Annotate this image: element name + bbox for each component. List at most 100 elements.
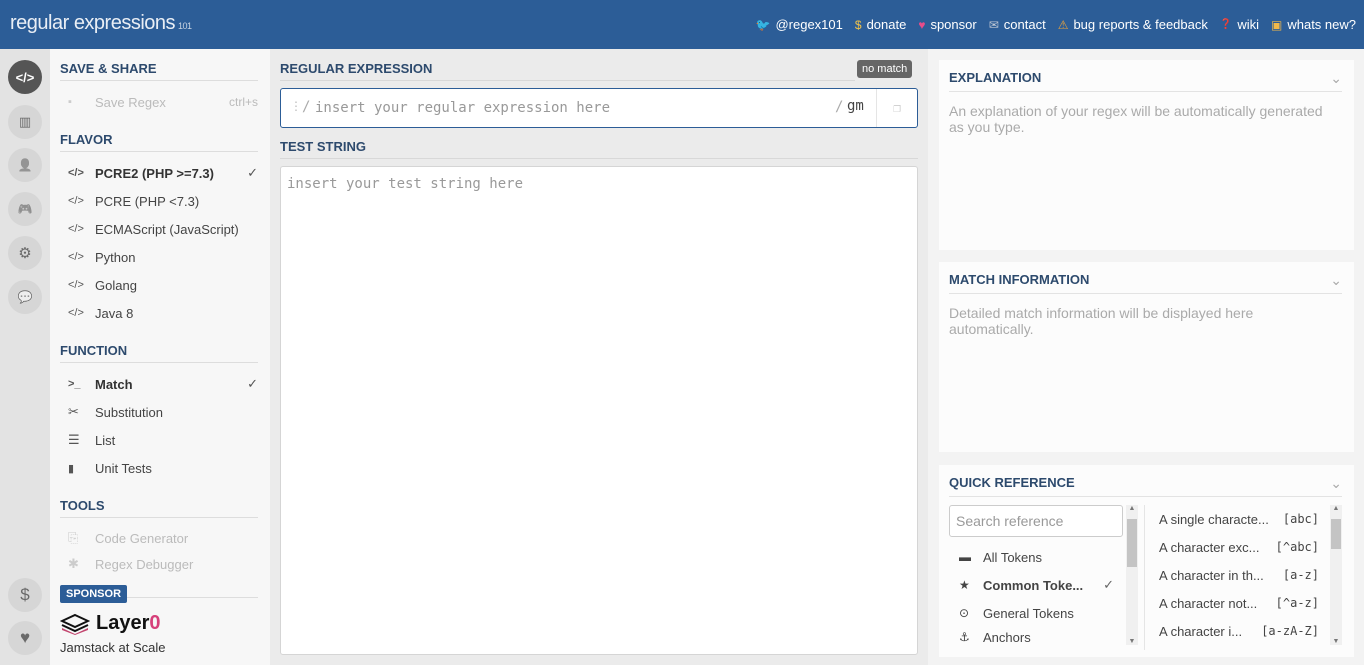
function-label: Substitution bbox=[95, 404, 163, 420]
rail-sponsor-button[interactable]: ♥ bbox=[8, 621, 42, 655]
rail-quiz-button[interactable]: 🎮 bbox=[8, 192, 42, 226]
target-icon: ⊙ bbox=[959, 606, 970, 620]
regex-section-title: REGULAR EXPRESSION bbox=[280, 61, 855, 81]
scroll-down-icon[interactable]: ▼ bbox=[1126, 638, 1138, 645]
scrollbar-thumb[interactable] bbox=[1127, 519, 1137, 567]
twitter-icon: 🐦 bbox=[755, 17, 771, 32]
header-links: 🐦 @regex101 $ donate ♥ sponsor ✉ contact… bbox=[756, 17, 1356, 32]
flavor-item-ecmascript[interactable]: </> ECMAScript (JavaScript) bbox=[68, 218, 258, 240]
main-editor: REGULAR EXPRESSION no match ⋮ / / gm ❐ T… bbox=[270, 49, 928, 665]
copy-regex-button[interactable]: ❐ bbox=[876, 89, 917, 127]
chat-icon: 💬 bbox=[17, 290, 33, 304]
function-item-match[interactable]: >_ Match ✓ bbox=[68, 373, 258, 395]
dollar-icon: $ bbox=[854, 17, 862, 32]
flavor-item-golang[interactable]: </> Golang bbox=[68, 274, 258, 296]
rail-account-button[interactable]: 👤 bbox=[8, 148, 42, 182]
function-label: Match bbox=[95, 376, 133, 392]
qr-category-label: Common Toke... bbox=[983, 577, 1084, 593]
save-regex-button[interactable]: ▪ Save Regex ctrl+s bbox=[68, 91, 258, 113]
code-icon: </> bbox=[68, 223, 84, 235]
regex-input[interactable] bbox=[315, 97, 815, 119]
flavor-label: ECMAScript (JavaScript) bbox=[95, 221, 239, 237]
function-item-list[interactable]: ☰ List bbox=[68, 429, 258, 451]
quick-reference-title: QUICK REFERENCE bbox=[949, 475, 1342, 497]
save-share-title: SAVE & SHARE bbox=[60, 61, 258, 81]
test-string-input[interactable] bbox=[281, 167, 917, 654]
header-link-twitter[interactable]: 🐦 @regex101 bbox=[756, 17, 843, 32]
token-code: [^abc] bbox=[1275, 540, 1319, 554]
chevron-down-icon[interactable]: ⌄ bbox=[1330, 272, 1342, 289]
tool-regex-debugger[interactable]: ✱ Regex Debugger bbox=[68, 553, 258, 575]
scroll-down-icon[interactable]: ▼ bbox=[1330, 638, 1342, 645]
sponsor-tagline: Jamstack at Scale bbox=[60, 640, 166, 655]
qr-token-item[interactable]: A character exc... [^abc] bbox=[1159, 536, 1319, 558]
qr-token-item[interactable]: A character not... [^a-z] bbox=[1159, 592, 1319, 614]
header-link-whats-new[interactable]: ▣ whats new? bbox=[1271, 17, 1356, 32]
rail-donate-button[interactable]: $ bbox=[8, 578, 42, 612]
flavor-title: FLAVOR bbox=[60, 132, 258, 152]
qr-category-anchors[interactable]: ⚓ Anchors bbox=[959, 630, 1114, 644]
scissors-icon: ✂ bbox=[68, 404, 79, 419]
flavor-item-pcre2[interactable]: </> PCRE2 (PHP >=7.3) ✓ bbox=[68, 162, 258, 184]
regex-flags-button[interactable]: gm bbox=[847, 98, 864, 114]
flavor-item-java8[interactable]: </> Java 8 bbox=[68, 302, 258, 324]
drag-handle-icon[interactable]: ⋮ bbox=[290, 99, 302, 113]
header-link-contact[interactable]: ✉ contact bbox=[989, 17, 1046, 32]
token-description: A single characte... bbox=[1159, 511, 1269, 527]
copy-icon: ❐ bbox=[893, 100, 901, 116]
flavor-item-python[interactable]: </> Python bbox=[68, 246, 258, 268]
star-icon: ★ bbox=[959, 578, 970, 592]
test-string-box bbox=[280, 166, 918, 655]
function-label: List bbox=[95, 432, 116, 448]
save-icon: ▪ bbox=[68, 96, 72, 108]
qr-token-item[interactable]: A character in th... [a-z] bbox=[1159, 564, 1319, 586]
match-info-title: MATCH INFORMATION bbox=[949, 272, 1342, 294]
tool-code-generator[interactable]: ⎘ Code Generator bbox=[68, 527, 258, 549]
quick-reference-panel: QUICK REFERENCE ⌄ ▬ All Tokens ★ Common … bbox=[939, 465, 1354, 657]
sponsor-logo[interactable]: Layer0 bbox=[60, 612, 161, 635]
qr-category-common-tokens[interactable]: ★ Common Toke... ✓ bbox=[959, 574, 1114, 596]
save-shortcut: ctrl+s bbox=[228, 95, 258, 109]
header-link-label: @regex101 bbox=[775, 17, 843, 32]
scroll-up-icon[interactable]: ▲ bbox=[1330, 505, 1342, 512]
sponsor-brand-suffix: 0 bbox=[149, 612, 161, 634]
function-item-unit-tests[interactable]: ▮ Unit Tests bbox=[68, 457, 258, 479]
header-link-donate[interactable]: $ donate bbox=[855, 17, 906, 32]
chevron-down-icon[interactable]: ⌄ bbox=[1330, 70, 1342, 87]
tool-label: Regex Debugger bbox=[95, 556, 194, 572]
header-link-bug-reports[interactable]: ⚠ bug reports & feedback bbox=[1058, 17, 1208, 32]
qr-category-label: General Tokens bbox=[983, 605, 1074, 621]
scroll-up-icon[interactable]: ▲ bbox=[1126, 505, 1138, 512]
code-icon: </> bbox=[68, 167, 84, 179]
user-icon: 👤 bbox=[17, 158, 33, 172]
match-info-panel: MATCH INFORMATION ⌄ Detailed match infor… bbox=[939, 262, 1354, 452]
rail-library-button[interactable]: ▥ bbox=[8, 105, 42, 139]
qr-category-all-tokens[interactable]: ▬ All Tokens bbox=[959, 546, 1114, 568]
flavor-label: Python bbox=[95, 249, 136, 265]
rail-chat-button[interactable]: 💬 bbox=[8, 280, 42, 314]
scrollbar-thumb[interactable] bbox=[1331, 519, 1341, 549]
qr-token-item[interactable]: A single characte... [abc] bbox=[1159, 508, 1319, 530]
reference-search-input[interactable] bbox=[949, 505, 1123, 537]
qr-token-item[interactable]: A character i... [a-zA-Z] bbox=[1159, 620, 1319, 642]
categories-scrollbar[interactable]: ▲ ▼ bbox=[1126, 505, 1138, 645]
logo-text: regular expressions bbox=[10, 12, 176, 34]
function-item-substitution[interactable]: ✂ Substitution bbox=[68, 401, 258, 423]
chevron-down-icon[interactable]: ⌄ bbox=[1330, 475, 1342, 492]
envelope-icon: ✉ bbox=[988, 17, 999, 32]
qr-category-general-tokens[interactable]: ⊙ General Tokens bbox=[959, 602, 1114, 624]
code-icon: </> bbox=[15, 69, 35, 85]
news-icon: ▣ bbox=[1271, 17, 1283, 32]
rail-editor-button[interactable]: </> bbox=[8, 60, 42, 94]
right-panels: EXPLANATION ⌄ An explanation of your reg… bbox=[928, 49, 1364, 665]
tool-label: Code Generator bbox=[95, 530, 189, 546]
flavor-item-pcre[interactable]: </> PCRE (PHP <7.3) bbox=[68, 190, 258, 212]
site-logo[interactable]: regular expressions 101 bbox=[10, 12, 192, 35]
header-link-sponsor[interactable]: ♥ sponsor bbox=[918, 17, 976, 32]
explanation-title: EXPLANATION bbox=[949, 70, 1342, 92]
tools-title: TOOLS bbox=[60, 498, 258, 518]
tokens-scrollbar[interactable]: ▲ ▼ bbox=[1330, 505, 1342, 645]
rail-settings-button[interactable]: ⚙ bbox=[8, 236, 42, 270]
code-file-icon: ⎘ bbox=[68, 530, 79, 545]
header-link-wiki[interactable]: ❓ wiki bbox=[1220, 17, 1259, 32]
